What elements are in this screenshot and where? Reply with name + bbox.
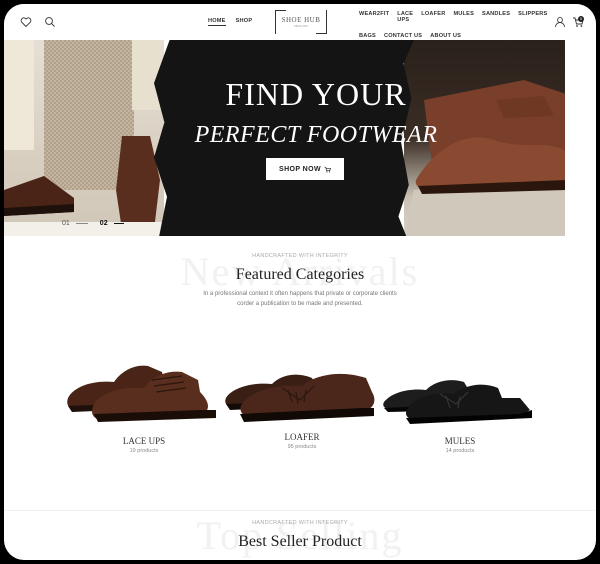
logo-text: SHOE HUB xyxy=(281,16,321,24)
nav-home[interactable]: HOME xyxy=(208,18,226,26)
nav-shop[interactable]: SHOP xyxy=(236,18,253,26)
lace-ups-image xyxy=(64,352,224,432)
mules-image xyxy=(380,352,540,432)
slide-02[interactable]: 02 xyxy=(100,220,108,227)
featured-title: Featured Categories xyxy=(235,266,365,283)
hero-title: FIND YOUR xyxy=(225,76,407,112)
category-name: LACE UPS xyxy=(122,436,166,446)
nav-contact-us[interactable]: CONTACT US xyxy=(384,33,422,39)
slide-01[interactable]: 01 xyxy=(62,220,70,227)
hero-image-left xyxy=(4,40,164,236)
shop-now-button[interactable]: SHOP NOW xyxy=(266,158,344,180)
nav-about-us[interactable]: ABOUT US xyxy=(430,33,461,39)
hero-right-edge xyxy=(565,40,596,236)
nav-loafer[interactable]: LOAFER xyxy=(421,11,445,23)
main-nav-left: HOME SHOP xyxy=(208,18,252,26)
heart-icon[interactable] xyxy=(20,16,32,28)
category-count: 19 products xyxy=(129,448,159,454)
section-divider xyxy=(4,510,596,511)
featured-description: In a professional context it often happe… xyxy=(203,291,397,307)
bestseller-title: Best Seller Product xyxy=(238,533,362,550)
search-icon[interactable] xyxy=(44,16,56,28)
bestseller-eyebrow: HANDCRAFTED WITH INTEGRITY xyxy=(252,520,348,526)
hero-pager: 01 02 xyxy=(62,220,124,227)
nav-bags[interactable]: BAGS xyxy=(359,33,376,39)
hero-subtitle: PERFECT FOOTWEAR xyxy=(194,122,438,148)
hero-banner: FIND YOUR PERFECT FOOTWEAR SHOP NOW 01 0… xyxy=(4,40,596,236)
category-name: MULES xyxy=(444,436,476,446)
category-name: LOAFER xyxy=(284,432,320,442)
cart-icon xyxy=(324,166,331,172)
logo-tagline: SINCE 2015 xyxy=(294,25,308,28)
shop-now-label: SHOP NOW xyxy=(279,165,321,173)
nav-wear2fit[interactable]: WEAR2FIT xyxy=(359,11,389,23)
page-frame: HOME SHOP SHOE HUB SINCE 2015 WEAR2FIT L… xyxy=(4,4,596,560)
pager-line xyxy=(75,223,88,224)
logo[interactable]: SHOE HUB SINCE 2015 xyxy=(275,10,327,34)
category-lace-ups[interactable]: LACE UPS 19 products xyxy=(64,352,224,454)
user-icon[interactable] xyxy=(554,16,566,28)
category-loafer[interactable]: LOAFER 95 products xyxy=(222,348,382,450)
loafer-image xyxy=(222,348,382,428)
nav-slippers[interactable]: SLIPPERS xyxy=(518,11,547,23)
pager-active-line xyxy=(113,223,124,224)
site-header: HOME SHOP SHOE HUB SINCE 2015 WEAR2FIT L… xyxy=(4,4,596,40)
nav-lace-ups[interactable]: LACE UPS xyxy=(397,11,413,23)
category-count: 95 products xyxy=(287,444,317,450)
nav-mules[interactable]: MULES xyxy=(453,11,474,23)
cart-count-badge: 0 xyxy=(578,16,584,22)
nav-sandles[interactable]: SANDLES xyxy=(482,11,510,23)
category-mules[interactable]: MULES 14 products xyxy=(380,352,540,454)
featured-eyebrow: HANDCRAFTED WITH INTEGRITY xyxy=(252,253,348,259)
category-count: 14 products xyxy=(445,448,475,454)
